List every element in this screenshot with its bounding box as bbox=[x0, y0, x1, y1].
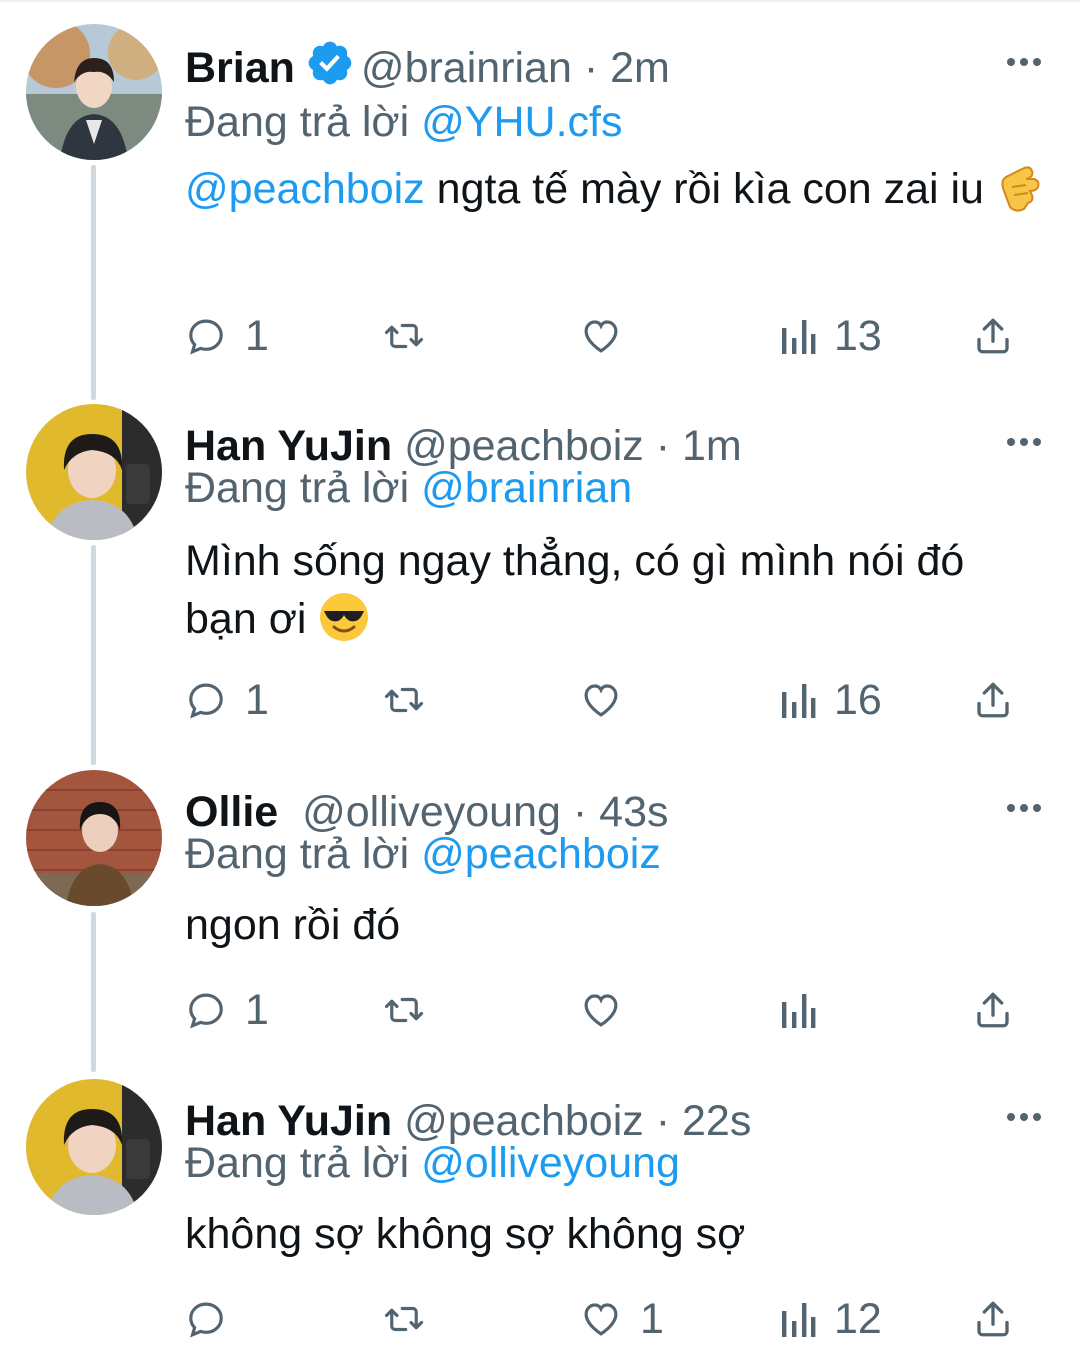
views-button[interactable]: 13 bbox=[780, 306, 882, 366]
mention-link[interactable]: @peachboiz bbox=[185, 165, 425, 213]
thread-connector bbox=[91, 545, 96, 765]
top-divider bbox=[0, 0, 1080, 2]
view-count: 16 bbox=[834, 676, 882, 724]
replying-to: Đang trả lời @YHU.cfs bbox=[185, 94, 622, 150]
more-options-icon[interactable] bbox=[1006, 800, 1042, 816]
share-button[interactable] bbox=[972, 306, 1014, 366]
heart-icon bbox=[584, 320, 618, 353]
replying-to-handle[interactable]: @brainrian bbox=[421, 464, 632, 512]
avatar[interactable] bbox=[26, 24, 162, 160]
tweet-actions: 1 13 bbox=[0, 306, 1080, 366]
share-button[interactable] bbox=[972, 980, 1014, 1040]
retweet-button[interactable] bbox=[382, 1289, 426, 1349]
reply-count: 1 bbox=[245, 986, 269, 1034]
call-me-hand-emoji-icon bbox=[1001, 166, 1040, 212]
reply-button[interactable]: 1 bbox=[185, 670, 269, 730]
views-chart-icon bbox=[782, 684, 816, 718]
reply-icon bbox=[189, 1302, 223, 1338]
more-options-icon[interactable] bbox=[1006, 1109, 1042, 1125]
like-button[interactable] bbox=[580, 980, 640, 1040]
views-button[interactable]: 12 bbox=[780, 1289, 882, 1349]
user-handle[interactable]: @brainrian bbox=[361, 44, 572, 92]
view-count: 13 bbox=[834, 312, 882, 360]
views-chart-icon bbox=[782, 994, 816, 1028]
display-name[interactable]: Brian bbox=[185, 44, 295, 92]
separator-dot: · bbox=[583, 44, 599, 92]
replying-to-handle[interactable]: @YHU.cfs bbox=[421, 98, 622, 146]
retweet-icon bbox=[384, 997, 424, 1023]
like-button[interactable] bbox=[580, 670, 640, 730]
replying-to-label: Đang trả lời bbox=[185, 1139, 410, 1187]
reply-button[interactable]: 1 bbox=[185, 306, 269, 366]
avatar[interactable] bbox=[26, 770, 162, 906]
share-button[interactable] bbox=[972, 670, 1014, 730]
reply-icon bbox=[189, 319, 223, 355]
replying-to-handle[interactable]: @peachboiz bbox=[421, 830, 661, 878]
replying-to-handle[interactable]: @olliveyoung bbox=[421, 1139, 680, 1187]
more-options-icon[interactable] bbox=[1006, 434, 1042, 450]
share-icon bbox=[977, 682, 1009, 718]
timestamp[interactable]: 1m bbox=[682, 422, 742, 470]
retweet-icon bbox=[384, 1306, 424, 1332]
separator-dot: · bbox=[655, 422, 671, 470]
views-chart-icon bbox=[782, 320, 816, 354]
retweet-button[interactable] bbox=[382, 670, 426, 730]
tweet-body: ngta tế mày rồi kìa con zai iu bbox=[424, 165, 984, 213]
replying-to: Đang trả lời @olliveyoung bbox=[185, 1135, 680, 1191]
replying-to: Đang trả lời @brainrian bbox=[185, 460, 632, 516]
views-button[interactable] bbox=[780, 980, 834, 1040]
view-count: 12 bbox=[834, 1295, 882, 1343]
tweet-body: không sợ không sợ không sợ bbox=[185, 1210, 746, 1258]
avatar[interactable] bbox=[26, 1079, 162, 1215]
avatar[interactable] bbox=[26, 404, 162, 540]
timestamp[interactable]: 2m bbox=[610, 44, 670, 92]
reply-button[interactable]: 1 bbox=[185, 980, 269, 1040]
tweet-text: ngon rồi đó bbox=[185, 896, 1045, 954]
reply-icon bbox=[189, 993, 223, 1029]
tweet-body: ngon rồi đó bbox=[185, 901, 401, 949]
heart-icon bbox=[584, 1303, 618, 1336]
retweet-button[interactable] bbox=[382, 306, 426, 366]
like-button[interactable]: 1 bbox=[580, 1289, 664, 1349]
heart-icon bbox=[584, 684, 618, 717]
views-button[interactable]: 16 bbox=[780, 670, 882, 730]
tweet-text: không sợ không sợ không sợ bbox=[185, 1205, 1045, 1263]
views-chart-icon bbox=[782, 1303, 816, 1337]
tweet-body: Mình sống ngay thẳng, có gì mình nói đó … bbox=[185, 537, 965, 643]
retweet-icon bbox=[384, 687, 424, 713]
heart-icon bbox=[584, 994, 618, 1027]
verified-badge-icon bbox=[308, 41, 352, 85]
share-icon bbox=[977, 1301, 1009, 1337]
reply-button[interactable] bbox=[185, 1289, 245, 1349]
like-count: 1 bbox=[640, 1295, 664, 1343]
tweet-text: @peachboiz ngta tế mày rồi kìa con zai i… bbox=[185, 160, 1045, 218]
share-icon bbox=[977, 318, 1009, 354]
share-button[interactable] bbox=[972, 1289, 1014, 1349]
replying-to-label: Đang trả lời bbox=[185, 464, 410, 512]
timestamp[interactable]: 22s bbox=[682, 1097, 751, 1145]
retweet-button[interactable] bbox=[382, 980, 426, 1040]
replying-to-label: Đang trả lời bbox=[185, 830, 410, 878]
reply-count: 1 bbox=[245, 676, 269, 724]
tweet-actions: 1 16 bbox=[0, 670, 1080, 730]
reply-icon bbox=[189, 683, 223, 719]
tweet-header: Brian @brainrian · 2m bbox=[185, 38, 670, 94]
more-options-icon[interactable] bbox=[1006, 54, 1042, 70]
replying-to-label: Đang trả lời bbox=[185, 98, 410, 146]
tweet-actions: 1 bbox=[0, 980, 1080, 1040]
tweet-text: Mình sống ngay thẳng, có gì mình nói đó … bbox=[185, 532, 1045, 648]
replying-to: Đang trả lời @peachboiz bbox=[185, 826, 661, 882]
retweet-icon bbox=[384, 323, 424, 349]
tweet-actions: 1 12 bbox=[0, 1289, 1080, 1349]
like-button[interactable] bbox=[580, 306, 640, 366]
share-icon bbox=[977, 992, 1009, 1028]
reply-count: 1 bbox=[245, 312, 269, 360]
sunglasses-face-emoji-icon bbox=[320, 593, 369, 641]
